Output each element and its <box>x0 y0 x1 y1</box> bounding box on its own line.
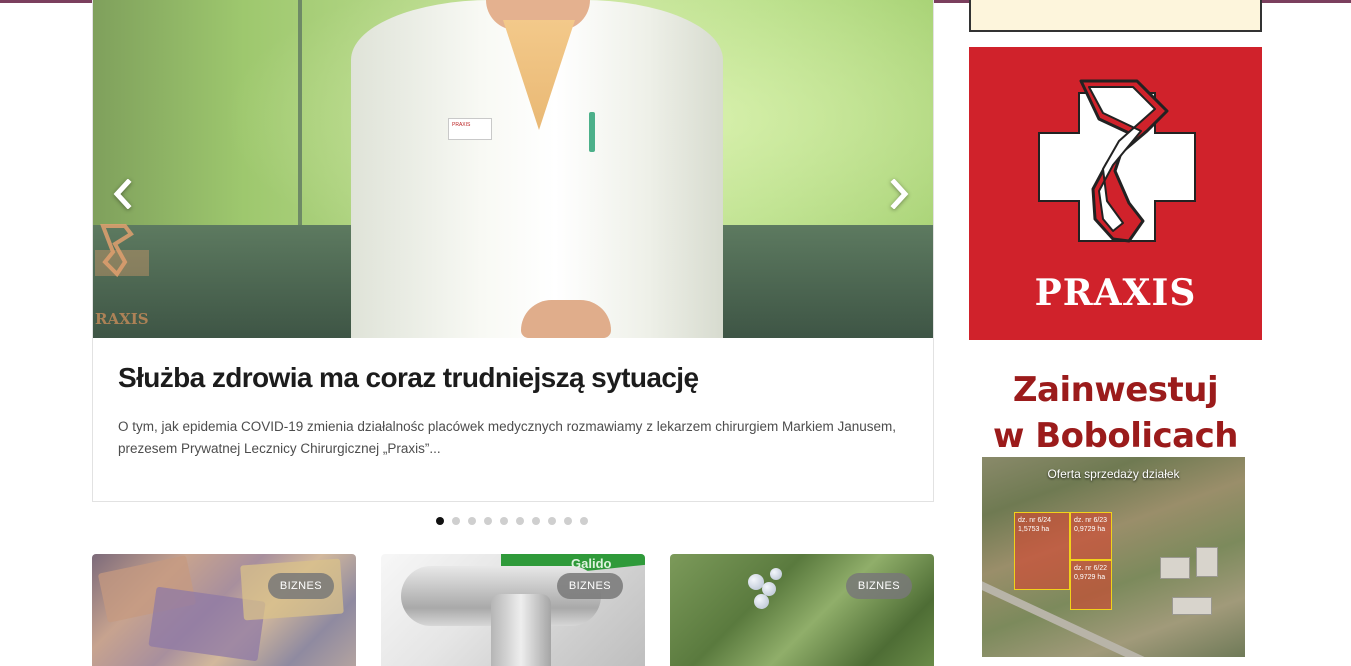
wall-logo-text: RAXIS <box>95 310 149 328</box>
plot-6-22: dz. nr 6/22 0,9729 ha <box>1070 560 1112 610</box>
slider-dot[interactable] <box>516 517 524 525</box>
invest-ad-banner[interactable]: Zainwestuj w Bobolicach Oferta sprzedaży… <box>969 370 1262 666</box>
slider-dot[interactable] <box>532 517 540 525</box>
praxis-brand-text: PRAXIS <box>1034 272 1197 314</box>
slider-dot[interactable] <box>500 517 508 525</box>
invest-subheadline: w Bobolicach <box>993 416 1238 456</box>
slide-excerpt: O tym, jak epidemia COVID-19 zmienia dzi… <box>118 419 897 456</box>
slider-dot[interactable] <box>468 517 476 525</box>
slider-dot[interactable] <box>452 517 460 525</box>
praxis-ad-banner[interactable]: PRAXIS <box>969 47 1262 340</box>
featured-slider: RAXIS PRAXIS Służba zdrowia ma coraz tru… <box>92 0 934 502</box>
name-badge: PRAXIS <box>448 118 492 140</box>
article-card[interactable]: BIZNES <box>670 554 934 666</box>
map-caption: Oferta sprzedaży działek <box>1047 467 1180 481</box>
slide-photo[interactable]: RAXIS PRAXIS <box>93 0 933 338</box>
slider-dot[interactable] <box>548 517 556 525</box>
praxis-wall-logo-icon <box>95 224 149 278</box>
category-tag[interactable]: BIZNES <box>267 573 334 599</box>
slide-title[interactable]: Służba zdrowia ma coraz trudniejszą sytu… <box>118 362 699 394</box>
slider-dot[interactable] <box>436 517 444 525</box>
slider-dot[interactable] <box>580 517 588 525</box>
plot-6-23: dz. nr 6/23 0,9729 ha <box>1070 512 1112 560</box>
praxis-cross-logo-icon <box>1038 79 1196 243</box>
chevron-right-icon <box>890 179 909 209</box>
invest-headline: Zainwestuj <box>1012 370 1219 410</box>
plot-6-24: dz. nr 6/24 1,5753 ha <box>1014 512 1070 590</box>
article-card[interactable]: Galido BIZNES <box>381 554 645 666</box>
aerial-plot-map: Oferta sprzedaży działek dz. nr 6/24 1,5… <box>982 457 1245 657</box>
slider-next-button[interactable] <box>881 176 917 212</box>
slider-dot[interactable] <box>484 517 492 525</box>
slider-dot[interactable] <box>564 517 572 525</box>
article-card[interactable]: BIZNES <box>92 554 356 666</box>
sidebar-banner-box <box>969 0 1262 32</box>
slider-prev-button[interactable] <box>105 176 141 212</box>
category-tag[interactable]: BIZNES <box>556 573 623 599</box>
chevron-left-icon <box>113 179 132 209</box>
category-tag[interactable]: BIZNES <box>845 573 912 599</box>
slider-pagination <box>436 517 588 527</box>
